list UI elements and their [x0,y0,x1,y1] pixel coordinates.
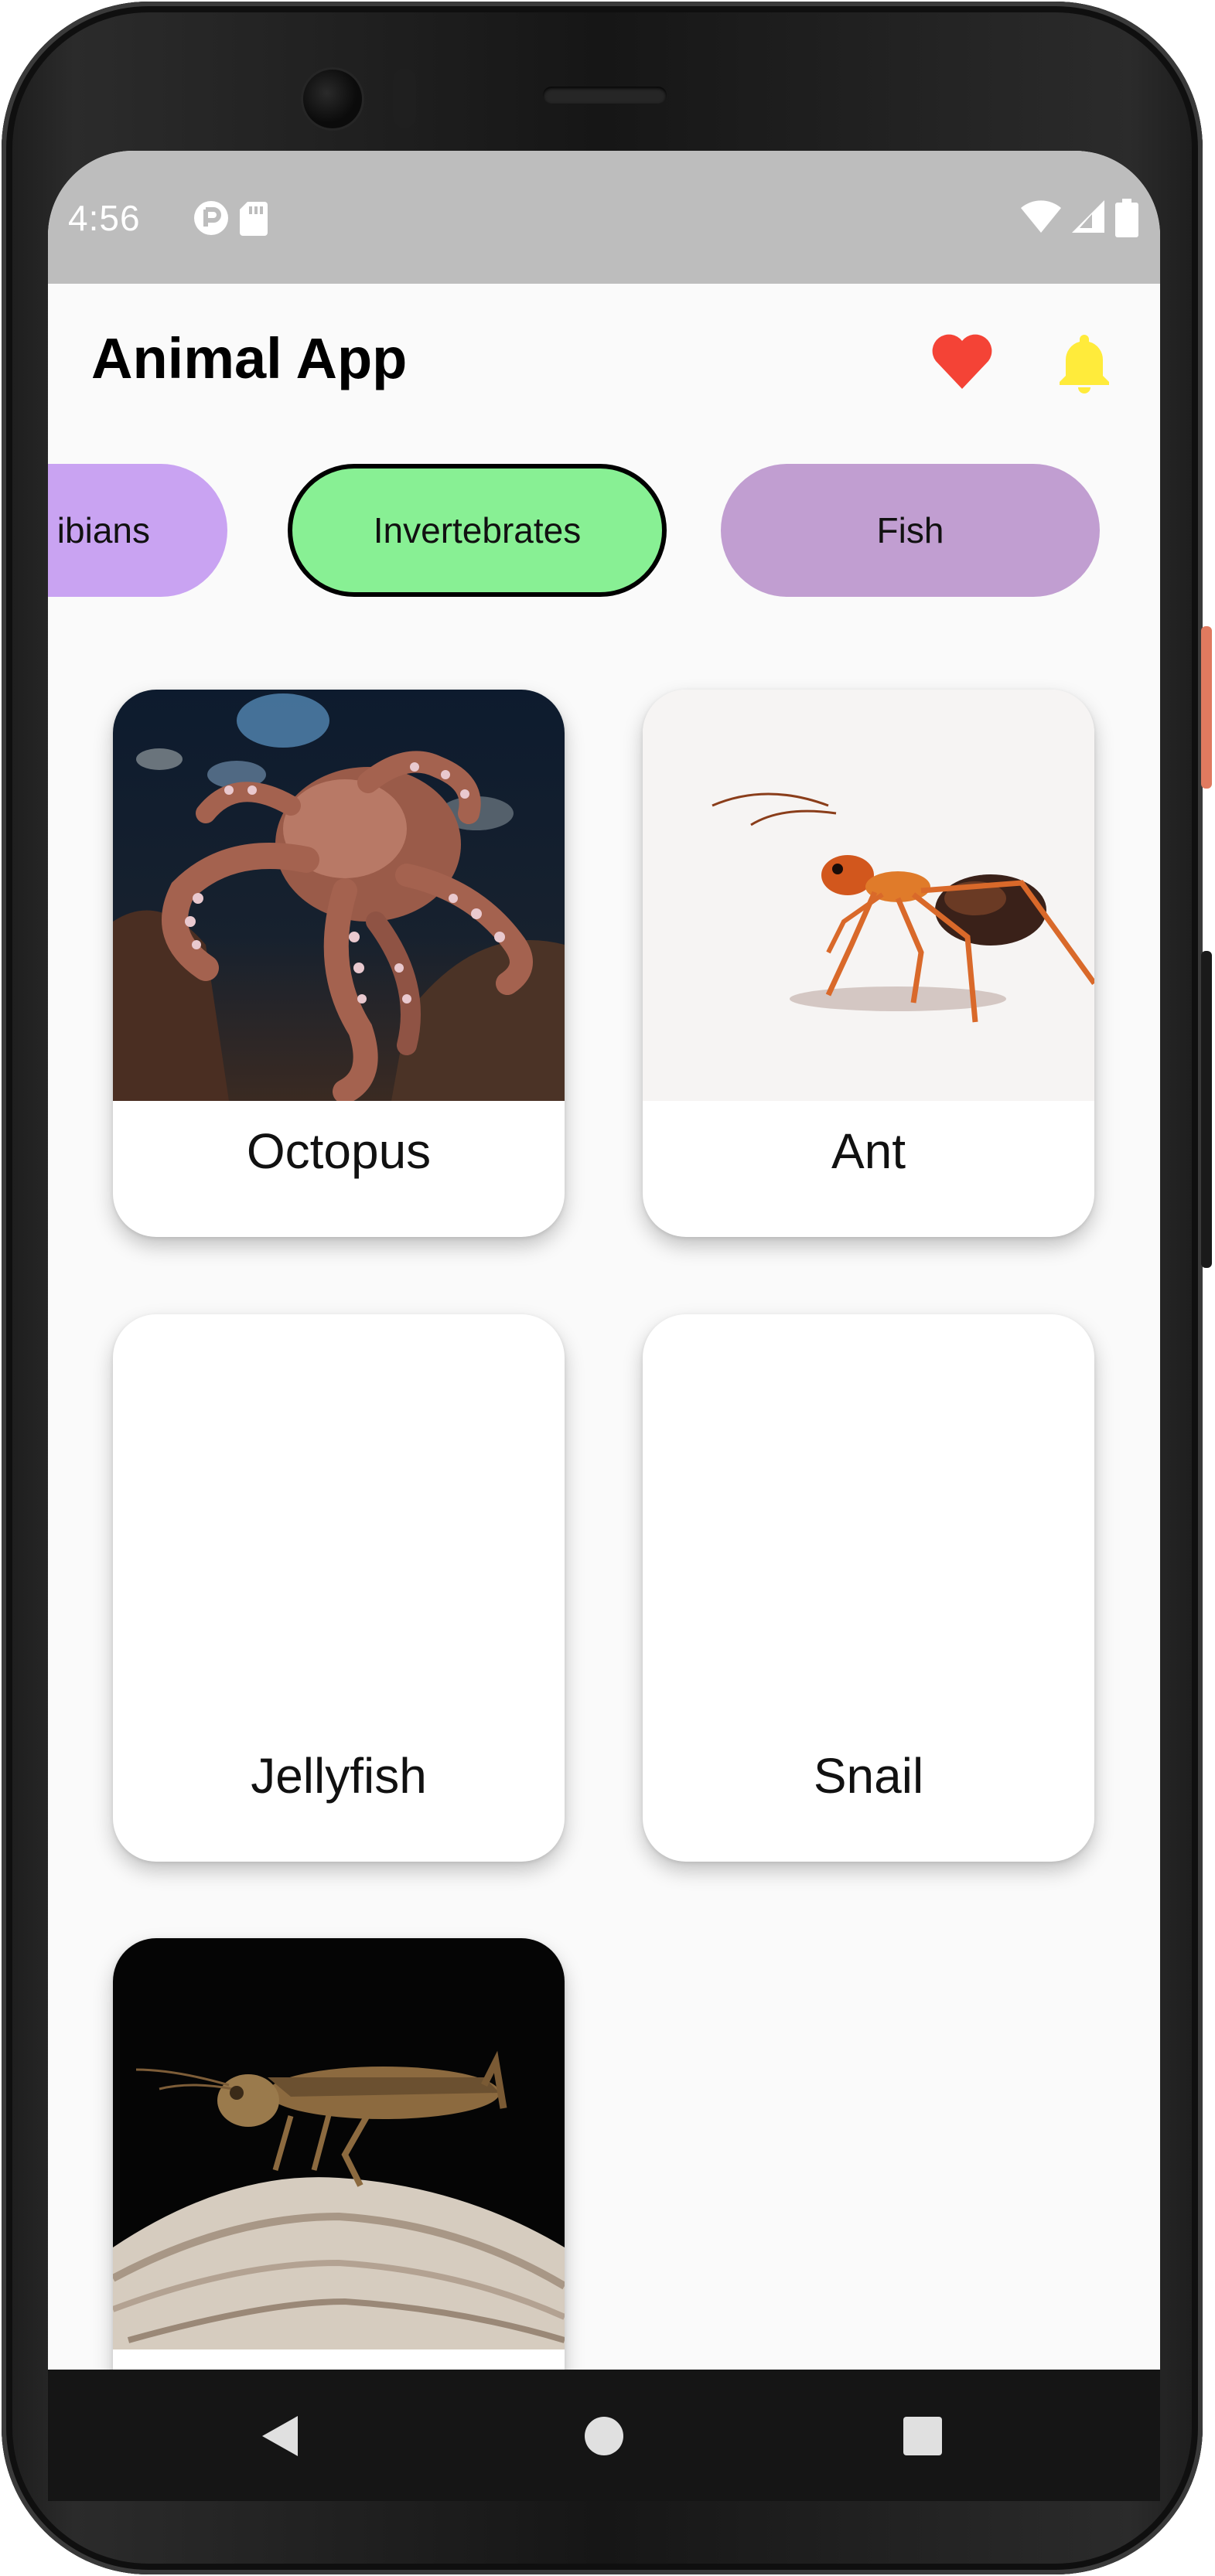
grasshopper-photo [113,1938,565,2349]
battery-icon [1115,199,1138,237]
category-chips: ibians Invertebrates Fish [48,464,1160,603]
bell-icon[interactable] [1052,330,1117,395]
chip-fish[interactable]: Fish [721,464,1100,597]
animal-card-snail[interactable]: Snail [643,1314,1094,1862]
home-icon[interactable] [584,2416,624,2456]
app-screen: 4:56 Animal App ibians Invertebrates Fis… [48,151,1160,2370]
volume-button [1201,951,1212,1268]
animal-name: Snail [813,1748,924,1804]
status-time: 4:56 [68,198,141,238]
sd-card-icon [240,202,268,236]
earpiece-speaker [543,87,667,104]
animal-name: Octopus [246,1123,432,1179]
snail-image-placeholder [643,1314,1094,1726]
recents-icon[interactable] [903,2416,943,2456]
animal-name: Jellyfish [251,1748,427,1804]
animal-card-ant[interactable]: Ant [643,690,1094,1237]
app-title: Animal App [91,326,408,390]
signal-icon [1072,200,1104,233]
proximity-sensor [393,68,416,128]
octopus-photo [113,690,565,1101]
jellyfish-image-placeholder [113,1314,565,1726]
navigation-bar [48,2370,1160,2501]
animal-card-grasshopper[interactable] [113,1938,565,2370]
chip-invertebrates[interactable]: Invertebrates [288,464,667,597]
power-button [1201,626,1212,789]
ant-photo [643,690,1094,1101]
app-header: Animal App [48,284,1160,469]
front-camera [303,70,362,128]
back-icon[interactable] [261,2414,299,2458]
chip-amphibians[interactable]: ibians [48,464,227,597]
heart-icon[interactable] [930,330,995,395]
animal-name: Ant [831,1123,906,1179]
cast-icon [194,201,228,235]
animal-card-octopus[interactable]: Octopus [113,690,565,1237]
wifi-icon [1021,200,1061,233]
status-bar: 4:56 [48,151,1160,284]
animal-card-jellyfish[interactable]: Jellyfish [113,1314,565,1862]
